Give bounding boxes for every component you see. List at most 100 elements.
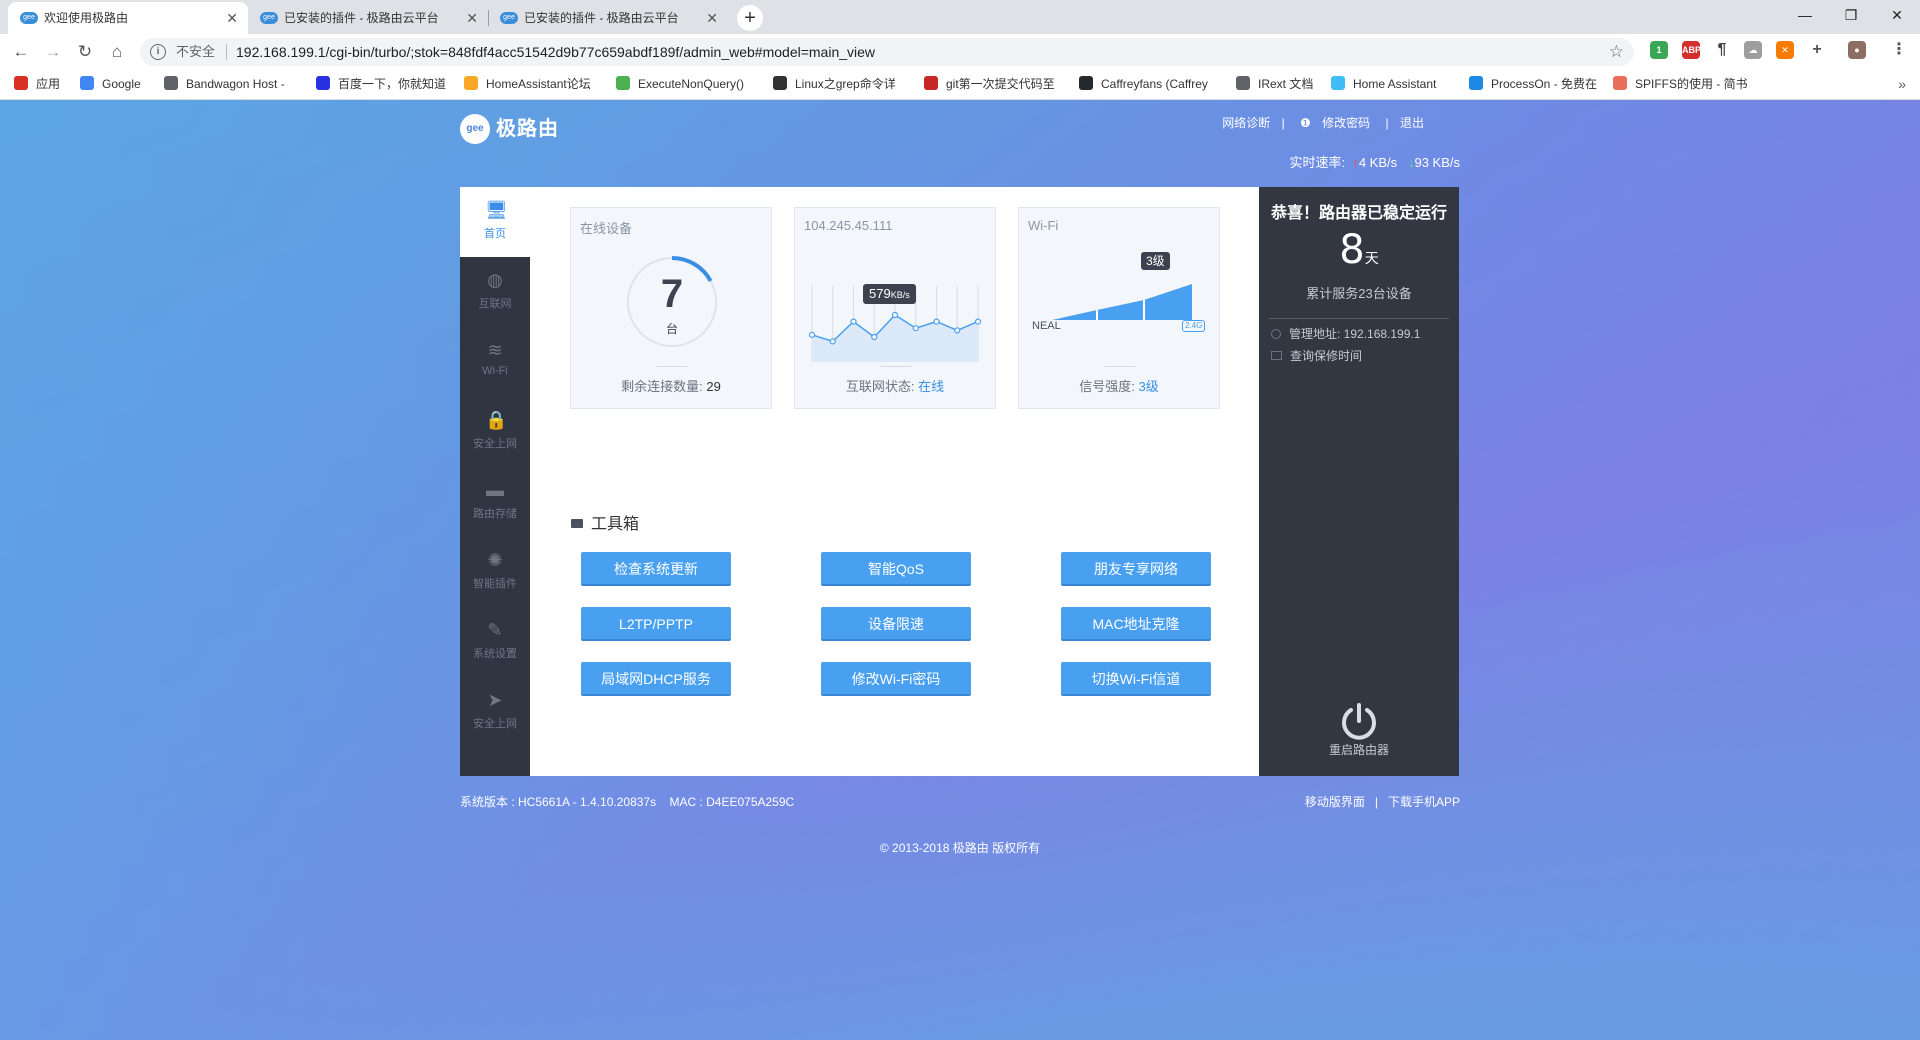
sidebar-item[interactable]: ✎ 系统设置	[460, 607, 530, 677]
abp-icon[interactable]: ABP	[1682, 41, 1701, 59]
bookmark-item[interactable]: SPIFFS的使用 - 简书	[1613, 70, 1748, 99]
speed-label: 实时速率:	[1289, 155, 1346, 170]
network-diagnosis-link[interactable]: 网络诊断	[1222, 116, 1270, 130]
bookmark-item[interactable]: Caffreyfans (Caffrey	[1079, 70, 1208, 99]
online-devices-card[interactable]: 在线设备 7 台 剩余连接数量: 29	[570, 207, 772, 409]
paragraph-icon[interactable]: ¶	[1713, 41, 1731, 59]
bookmark-item[interactable]: IRext 文档	[1236, 70, 1313, 99]
bookmarks-overflow-icon[interactable]: »	[1898, 70, 1906, 99]
tab[interactable]: gee 已安装的插件 - 极路由云平台 ✕	[488, 2, 728, 34]
firmware-version: 系统版本 : HC5661A - 1.4.10.20837s	[460, 795, 657, 809]
bookmark-item[interactable]: Bandwagon Host -	[164, 70, 285, 99]
close-tab-icon[interactable]: ✕	[226, 2, 238, 34]
sidebar-item[interactable]: ➤ 安全上网	[460, 677, 530, 747]
omnibox-divider	[226, 44, 227, 60]
cloud-icon[interactable]: ☁	[1744, 41, 1762, 59]
warranty-text: 查询保修时间	[1290, 349, 1363, 363]
plus-icon[interactable]: +	[1808, 41, 1826, 59]
toolbox-button[interactable]: 设备限速	[821, 607, 971, 641]
toolbox-button[interactable]: L2TP/PPTP	[581, 607, 731, 641]
address-bar[interactable]: i 不安全 192.168.199.1/cgi-bin/turbo/;stok=…	[140, 38, 1634, 66]
download-app-link[interactable]: 下载手机APP	[1388, 795, 1460, 809]
bookmark-item[interactable]: ProcessOn - 免费在	[1469, 70, 1597, 99]
sidebar-item[interactable]: 🔒 安全上网	[460, 397, 530, 467]
card-footer: 剩余连接数量: 29	[571, 376, 771, 395]
bookmark-label: 应用	[36, 77, 61, 91]
bookmark-item[interactable]: Google	[80, 70, 141, 99]
tab[interactable]: gee 已安装的插件 - 极路由云平台 ✕	[248, 2, 488, 34]
device-unit: 台	[665, 322, 678, 336]
toolbox-button[interactable]: 朋友专享网络	[1061, 552, 1211, 586]
sidebar-item-label: 互联网	[478, 298, 512, 310]
briefcase-icon	[571, 519, 583, 528]
menu-icon[interactable]: ⋮	[1890, 41, 1908, 59]
sidebar-item[interactable]: ◍ 互联网	[460, 257, 530, 327]
brand-name: 极路由	[496, 118, 559, 140]
power-icon[interactable]	[1339, 701, 1379, 741]
bookmark-item[interactable]: 百度一下，你就知道	[316, 70, 446, 99]
close-tab-icon[interactable]: ✕	[706, 2, 718, 34]
status-panel: 恭喜！路由器已稳定运行 8天 累计服务23台设备 管理地址: 192.168.1…	[1259, 187, 1459, 776]
signal-label: 信号强度:	[1079, 379, 1135, 394]
bookmark-item[interactable]: 应用	[14, 70, 60, 99]
sidebar-item[interactable]: 🖥 首页	[460, 187, 530, 257]
toolbox-button[interactable]: 智能QoS	[821, 552, 971, 586]
bookmark-item[interactable]: ExecuteNonQuery()	[616, 70, 744, 99]
bookmark-item[interactable]: git第一次提交代码至	[924, 70, 1055, 99]
orange-ext-icon[interactable]: ✕	[1776, 41, 1794, 59]
back-icon[interactable]: ←	[9, 40, 33, 64]
sidebar-item-label: 路由存储	[473, 508, 517, 520]
speed-tooltip-value: 579	[869, 286, 891, 301]
bookmark-item[interactable]: HomeAssistant论坛	[464, 70, 591, 99]
url-text[interactable]: 192.168.199.1/cgi-bin/turbo/;stok=848fdf…	[236, 38, 875, 66]
minimize-button[interactable]: —	[1782, 0, 1828, 30]
toolbox-button[interactable]: 切换Wi-Fi信道	[1061, 662, 1211, 696]
sidebar-item[interactable]: ✺ 智能插件	[460, 537, 530, 607]
close-window-button[interactable]: ✕	[1874, 0, 1920, 30]
tab-active[interactable]: gee 欢迎使用极路由 ✕	[8, 2, 248, 34]
gee-logo-icon: gee	[460, 114, 490, 144]
bookmark-favicon-icon	[1613, 76, 1627, 90]
maximize-button[interactable]: ❐	[1828, 0, 1874, 30]
uptime-days: 8天	[1259, 227, 1459, 273]
security-label[interactable]: 不安全	[176, 38, 215, 66]
new-tab-button[interactable]: +	[737, 5, 763, 31]
bookmark-item[interactable]: Linux之grep命令详	[773, 70, 896, 99]
toolbox-button[interactable]: MAC地址克隆	[1061, 607, 1211, 641]
info-icon[interactable]: i	[150, 44, 166, 60]
close-tab-icon[interactable]: ✕	[466, 2, 478, 34]
toolbox-title-text: 工具箱	[591, 516, 640, 533]
toolbox-button[interactable]: 修改Wi-Fi密码	[821, 662, 971, 696]
toolbox-button[interactable]: 检查系统更新	[581, 552, 731, 586]
gee-favicon-icon: gee	[500, 12, 518, 24]
uptime-message: 恭喜！路由器已稳定运行	[1270, 205, 1447, 222]
sidebar: 🖥 首页 ◍ 互联网 ≋ Wi-Fi 🔒 安全上网 ▬ 路由存储 ✺ 智能插件 ✎ 系统设置 ➤ 安全上网	[460, 187, 530, 776]
signal-strength-icon	[1052, 284, 1192, 320]
forward-icon[interactable]: →	[41, 40, 65, 64]
warranty-link[interactable]: 查询保修时间	[1271, 347, 1362, 364]
logout-link[interactable]: 退出	[1400, 116, 1424, 130]
reload-icon[interactable]: ↻	[73, 40, 97, 64]
bookmark-star-icon[interactable]: ☆	[1609, 38, 1624, 66]
reboot-button[interactable]: 重启路由器	[1259, 741, 1459, 758]
sparkline-point	[933, 318, 940, 325]
panel-divider	[1269, 318, 1449, 319]
internet-card[interactable]: 104.245.45.111 579KB/s 互联网状态: 在线	[794, 207, 996, 409]
avatar-icon[interactable]: ●	[1848, 41, 1866, 59]
wifi-card[interactable]: Wi-Fi 3级 NEAL 2.4G 信号强度: 3级	[1018, 207, 1220, 409]
mobile-ui-link[interactable]: 移动版界面	[1305, 795, 1365, 809]
sidebar-item[interactable]: ≋ Wi-Fi	[460, 327, 530, 397]
toolbox-button[interactable]: 局域网DHCP服务	[581, 662, 731, 696]
sparkline-point	[954, 327, 961, 334]
link-separator: |	[1385, 116, 1389, 130]
bookmark-label: Google	[102, 77, 141, 91]
home-icon[interactable]: ⌂	[105, 40, 129, 64]
globe-icon: ◍	[487, 270, 503, 290]
green-ext-icon[interactable]: 1	[1650, 41, 1668, 59]
bookmark-item[interactable]: Home Assistant	[1331, 70, 1436, 99]
sidebar-item[interactable]: ▬ 路由存储	[460, 467, 530, 537]
change-password-link[interactable]: ❶ 修改密码	[1296, 116, 1374, 130]
plane-icon: ➤	[487, 690, 503, 710]
bookmark-favicon-icon	[14, 76, 28, 90]
sparkline-point	[891, 311, 899, 319]
